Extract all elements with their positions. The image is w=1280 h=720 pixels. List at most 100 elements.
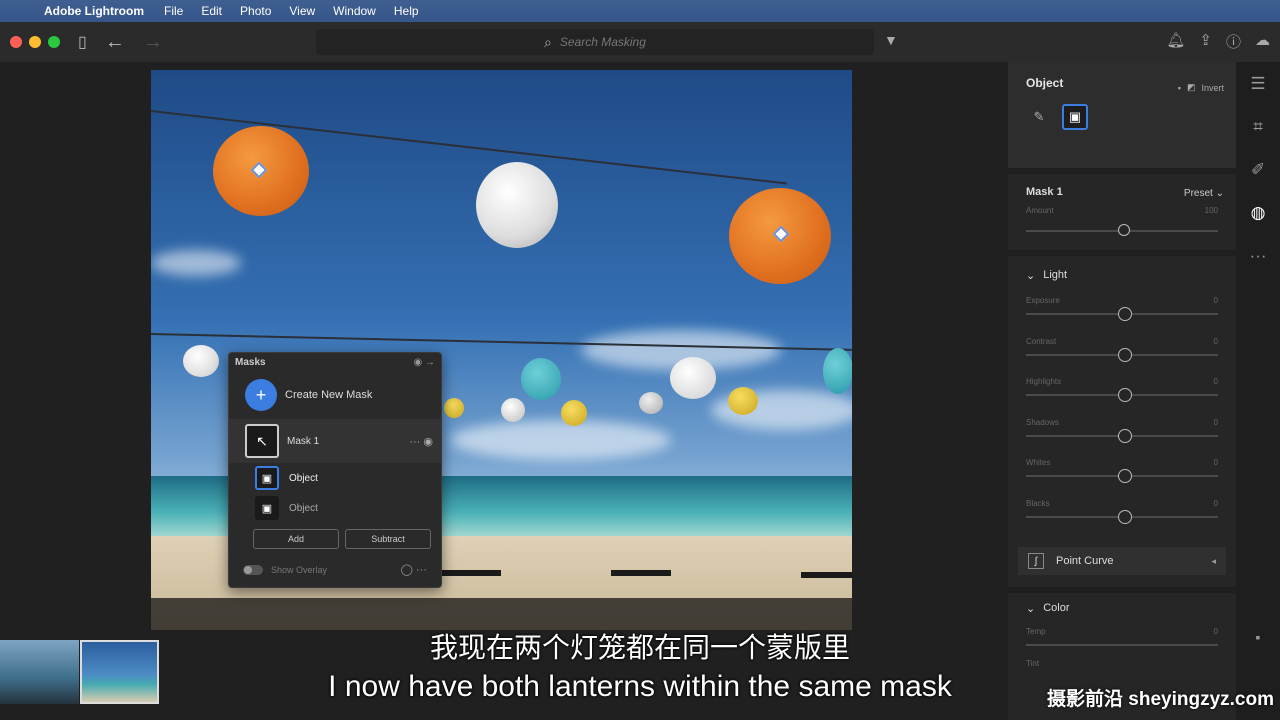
plus-icon[interactable]: + xyxy=(245,379,277,411)
share-icon[interactable]: ⇪ xyxy=(1199,31,1212,52)
blacks-slider[interactable]: Blacks 0 xyxy=(1008,499,1236,540)
masking-icon[interactable]: ◍ xyxy=(1251,203,1266,223)
object-select-icon: ▣ xyxy=(255,466,279,490)
mask-component-label: Object xyxy=(289,472,318,484)
mask-component-row[interactable]: ▣ Object xyxy=(229,463,441,493)
photo-lantern-small xyxy=(444,398,464,418)
subtract-button[interactable]: Subtract xyxy=(345,529,431,549)
masks-panel-title: Masks xyxy=(235,356,266,368)
slider-value: 0 xyxy=(1213,336,1218,346)
highlights-slider[interactable]: Highlights 0 xyxy=(1008,377,1236,418)
photo-lantern-small xyxy=(521,358,561,400)
healing-brush-icon[interactable]: ✐ xyxy=(1251,160,1265,180)
object-mode-icons: ✎ ▣ xyxy=(1026,104,1218,130)
slider-value: 0 xyxy=(1213,296,1218,305)
filter-icon[interactable]: ▼ xyxy=(884,32,898,48)
chevron-down-icon: ⌄ xyxy=(1026,602,1036,615)
sidebar-toggle-icon[interactable]: ▯ xyxy=(78,32,87,52)
slider-label: Blacks xyxy=(1026,498,1050,508)
photo-lantern-white xyxy=(476,162,558,248)
mask-component-label: Object xyxy=(289,502,318,514)
photo-cloud xyxy=(451,420,671,460)
photo-lantern-small xyxy=(728,387,758,415)
notification-bell-icon[interactable]: 🔔︎ xyxy=(1166,31,1185,52)
cloud-icon[interactable]: ☁ xyxy=(1255,31,1270,52)
exposure-slider[interactable]: Exposure 0 xyxy=(1008,296,1236,337)
more-tools-icon[interactable]: ··· xyxy=(1250,246,1267,266)
edit-panel: Object ▪ ◩ Invert ✎ ▣ Mask 1 Preset ⌄ Am… xyxy=(1008,62,1236,720)
slider-knob[interactable] xyxy=(1118,509,1132,524)
brush-select-icon[interactable]: ✎ xyxy=(1026,104,1052,130)
menu-window[interactable]: Window xyxy=(333,4,376,18)
slider-knob[interactable] xyxy=(1118,388,1132,402)
color-section-header[interactable]: ⌄ Color xyxy=(1008,593,1236,623)
object-section: Object ▪ ◩ Invert ✎ ▣ xyxy=(1008,62,1236,168)
back-arrow-icon[interactable]: ← xyxy=(105,31,125,54)
mask-amount-section: Mask 1 Preset ⌄ Amount 100 xyxy=(1008,174,1236,250)
photo-lantern-small xyxy=(183,345,219,377)
cursor-icon: ↖ xyxy=(245,424,279,458)
menu-edit[interactable]: Edit xyxy=(201,4,222,18)
minimize-window-button[interactable] xyxy=(29,36,41,48)
preset-dropdown[interactable]: Preset ⌄ xyxy=(1184,188,1224,199)
rectangle-select-icon[interactable]: ▣ xyxy=(1062,104,1088,130)
menu-view[interactable]: View xyxy=(289,4,315,18)
invert-icon[interactable]: ◩ xyxy=(1187,82,1196,93)
slider-value: 0 xyxy=(1213,377,1218,386)
menu-bar: Adobe Lightroom File Edit Photo View Win… xyxy=(0,0,1280,22)
mask-1-label: Mask 1 xyxy=(287,435,320,447)
slider-knob[interactable] xyxy=(1118,428,1132,443)
invert-control[interactable]: ▪ ◩ Invert xyxy=(1178,82,1224,93)
light-label: Light xyxy=(1043,269,1068,281)
slider-label: Whites xyxy=(1026,458,1051,467)
photo-table xyxy=(801,572,852,578)
show-overlay-toggle[interactable] xyxy=(243,564,263,575)
subtract-label: Subtract xyxy=(371,534,405,544)
close-window-button[interactable] xyxy=(10,36,22,48)
show-overlay-row: Show Overlay ◯ ··· xyxy=(229,549,441,576)
slider-knob[interactable] xyxy=(1118,307,1132,321)
add-button[interactable]: Add xyxy=(253,529,339,549)
create-new-mask-row[interactable]: + Create New Mask xyxy=(229,371,441,419)
amount-slider[interactable]: Amount 100 xyxy=(1026,206,1218,247)
menu-file[interactable]: File xyxy=(164,4,183,18)
preset-label: Preset xyxy=(1183,188,1213,199)
menu-photo[interactable]: Photo xyxy=(240,4,271,18)
comment-icon[interactable]: ▪ xyxy=(1178,83,1181,93)
mask-1-row[interactable]: ↖ Mask 1 ··· ◉ xyxy=(229,419,441,463)
point-curve-row[interactable]: ∫ Point Curve ◂ xyxy=(1018,547,1226,575)
overlay-options-icon[interactable]: ◯ ··· xyxy=(401,563,427,576)
help-icon[interactable]: ⓘ xyxy=(1226,31,1241,52)
masks-panel-header[interactable]: Masks ◉ → xyxy=(229,353,441,371)
slider-value: 0 xyxy=(1213,417,1218,427)
more-options-icon[interactable]: ··· ◉ xyxy=(409,435,433,448)
slider-label: Contrast xyxy=(1026,336,1057,346)
slider-value: 0 xyxy=(1213,458,1218,467)
contrast-slider[interactable]: Contrast 0 xyxy=(1008,337,1236,378)
chevron-down-icon: ⌄ xyxy=(1026,269,1036,282)
whites-slider[interactable]: Whites 0 xyxy=(1008,458,1236,499)
edit-sliders-icon[interactable]: ☰ xyxy=(1250,74,1265,94)
mask-component-row[interactable]: ▣ Object xyxy=(229,493,441,523)
light-section-header[interactable]: ⌄ Light xyxy=(1008,260,1236,290)
slider-knob[interactable] xyxy=(1118,469,1132,483)
slider-label: Shadows xyxy=(1026,417,1059,427)
tool-strip: ☰ ⌗ ✐ ◍ ··· ▪ xyxy=(1236,62,1280,720)
slider-knob[interactable] xyxy=(1118,347,1132,362)
slider-label: Exposure xyxy=(1026,296,1060,305)
shadows-slider[interactable]: Shadows 0 xyxy=(1008,418,1236,459)
eye-and-collapse-icons[interactable]: ◉ → xyxy=(413,357,435,368)
menu-help[interactable]: Help xyxy=(394,4,419,18)
curve-icon: ∫ xyxy=(1028,553,1044,569)
slider-knob[interactable] xyxy=(1118,224,1130,236)
app-name-menu[interactable]: Adobe Lightroom xyxy=(44,4,144,18)
crop-icon[interactable]: ⌗ xyxy=(1253,117,1263,137)
slider-label: Highlights xyxy=(1026,377,1062,386)
photo-lantern-small xyxy=(561,400,587,426)
search-placeholder: Search Masking xyxy=(559,35,646,49)
amount-value: 100 xyxy=(1204,206,1218,215)
search-input[interactable]: ⌕ Search Masking xyxy=(316,29,874,55)
zoom-window-button[interactable] xyxy=(48,36,60,48)
forward-arrow-icon[interactable]: → xyxy=(143,31,163,54)
masks-panel: Masks ◉ → + Create New Mask ↖ Mask 1 ···… xyxy=(228,352,442,588)
